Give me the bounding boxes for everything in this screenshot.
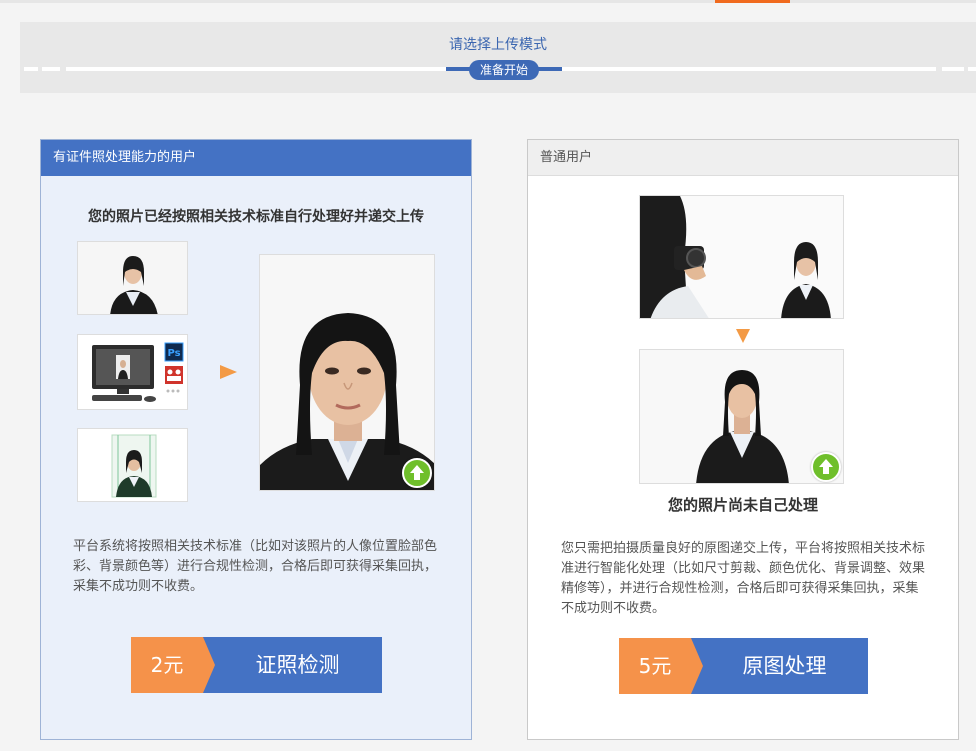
id-photo-check-button[interactable]: 2元 证照检测 bbox=[131, 637, 382, 693]
panel-headline: 您的照片已经按照相关技术标准自行处理好并递交上传 bbox=[88, 209, 424, 225]
step-line-dash bbox=[42, 67, 60, 71]
arrow-right-icon bbox=[220, 365, 237, 379]
step-line-dash bbox=[942, 67, 964, 71]
arrow-down-icon bbox=[736, 329, 750, 343]
photoshop-icon: Ps bbox=[167, 348, 180, 359]
mode-panel-self-processed[interactable]: 有证件照处理能力的用户 您的照片已经按照相关技术标准自行处理好并递交上传 Ps bbox=[40, 139, 472, 740]
panel-header: 有证件照处理能力的用户 bbox=[41, 140, 471, 176]
panel-description: 平台系统将按照相关技术标准（比如对该照片的人像位置脸部色彩、背景颜色等）进行合规… bbox=[73, 539, 438, 594]
top-strip bbox=[0, 0, 976, 3]
original-photo-processing-button[interactable]: 5元 原图处理 bbox=[619, 638, 868, 694]
photo-editing-software-illustration: Ps bbox=[77, 334, 188, 410]
mode-panel-original-photo[interactable]: 普通用户 您的照片尚未自己处理 您只需把拍摄质量良好的原图递交上传，平台将按照相… bbox=[527, 139, 959, 740]
step-line-dash bbox=[968, 67, 976, 71]
panel-description: 您只需把拍摄质量良好的原图递交上传，平台将按照相关技术标准进行智能化处理（比如尺… bbox=[561, 541, 926, 616]
original-photo bbox=[639, 349, 844, 484]
price-tag: 5元 bbox=[619, 638, 703, 694]
price-tag: 2元 bbox=[131, 637, 215, 693]
step-start-pill: 准备开始 bbox=[469, 60, 539, 80]
upload-icon bbox=[402, 458, 432, 488]
step-title: 请选择上传模式 bbox=[449, 37, 547, 53]
panel-headline: 您的照片尚未自己处理 bbox=[667, 496, 818, 514]
id-photo-template-thumbnail bbox=[77, 428, 188, 502]
upload-icon bbox=[811, 452, 841, 482]
button-label: 证照检测 bbox=[203, 637, 382, 693]
sample-photo-thumbnail bbox=[77, 241, 188, 315]
step-line-dash bbox=[24, 67, 38, 71]
button-label: 原图处理 bbox=[691, 638, 868, 694]
active-tab-indicator bbox=[715, 0, 790, 3]
panel-header: 普通用户 bbox=[528, 140, 958, 176]
step-progress-bar: 请选择上传模式 准备开始 bbox=[20, 22, 976, 93]
processed-portrait-photo bbox=[259, 254, 435, 491]
photographer-shooting-image bbox=[639, 195, 844, 319]
